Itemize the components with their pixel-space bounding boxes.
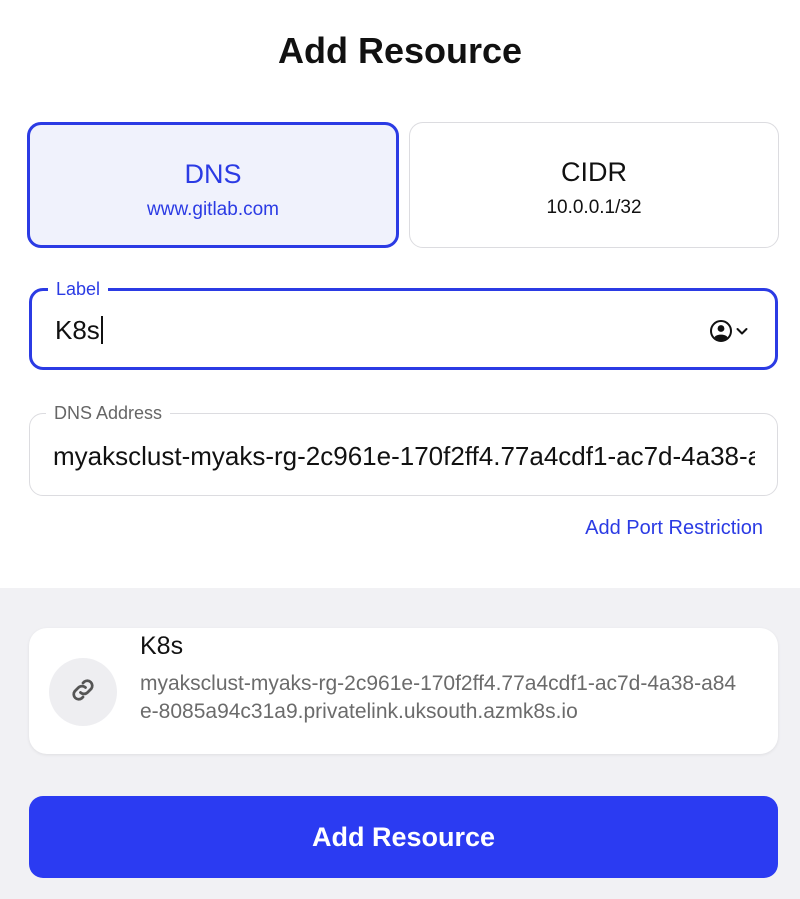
form-section: Add Resource DNS www.gitlab.com CIDR 10.…	[0, 0, 800, 588]
label-input[interactable]: K8s	[55, 315, 103, 346]
link-icon	[68, 675, 98, 710]
label-field[interactable]: Label K8s	[29, 278, 778, 370]
resource-type-example: 10.0.0.1/32	[546, 197, 642, 218]
label-input-value: K8s	[55, 315, 100, 345]
preview-resource-address: myaksclust-myaks-rg-2c961e-170f2ff4.77a4…	[140, 672, 737, 723]
resource-type-name: DNS	[184, 159, 242, 189]
resource-type-cidr-card[interactable]: CIDR 10.0.0.1/32	[409, 122, 779, 248]
dns-address-input[interactable]: myaksclust-myaks-rg-2c961e-170f2ff4.77a4…	[53, 441, 755, 472]
dns-address-field[interactable]: DNS Address myaksclust-myaks-rg-2c961e-1…	[29, 402, 778, 496]
chevron-down-icon	[735, 324, 749, 338]
add-port-restriction-link[interactable]: Add Port Restriction	[585, 517, 763, 540]
resource-preview-card: K8s myaksclust-myaks-rg-2c961e-170f2ff4.…	[29, 628, 778, 754]
icon-picker-button[interactable]	[709, 319, 751, 343]
preview-icon-container	[49, 658, 117, 726]
label-field-label: Label	[48, 278, 109, 300]
add-resource-button[interactable]: Add Resource	[29, 796, 778, 878]
resource-type-name: CIDR	[561, 157, 627, 187]
user-circle-icon	[709, 319, 733, 343]
page-title: Add Resource	[277, 30, 523, 71]
resource-type-dns-card[interactable]: DNS www.gitlab.com	[27, 122, 399, 248]
dns-address-field-label: DNS Address	[46, 402, 171, 424]
resource-type-example: www.gitlab.com	[147, 199, 279, 220]
text-caret	[100, 316, 103, 345]
preview-resource-name: K8s	[140, 632, 184, 660]
add-resource-screen: Add Resource DNS www.gitlab.com CIDR 10.…	[0, 0, 800, 899]
